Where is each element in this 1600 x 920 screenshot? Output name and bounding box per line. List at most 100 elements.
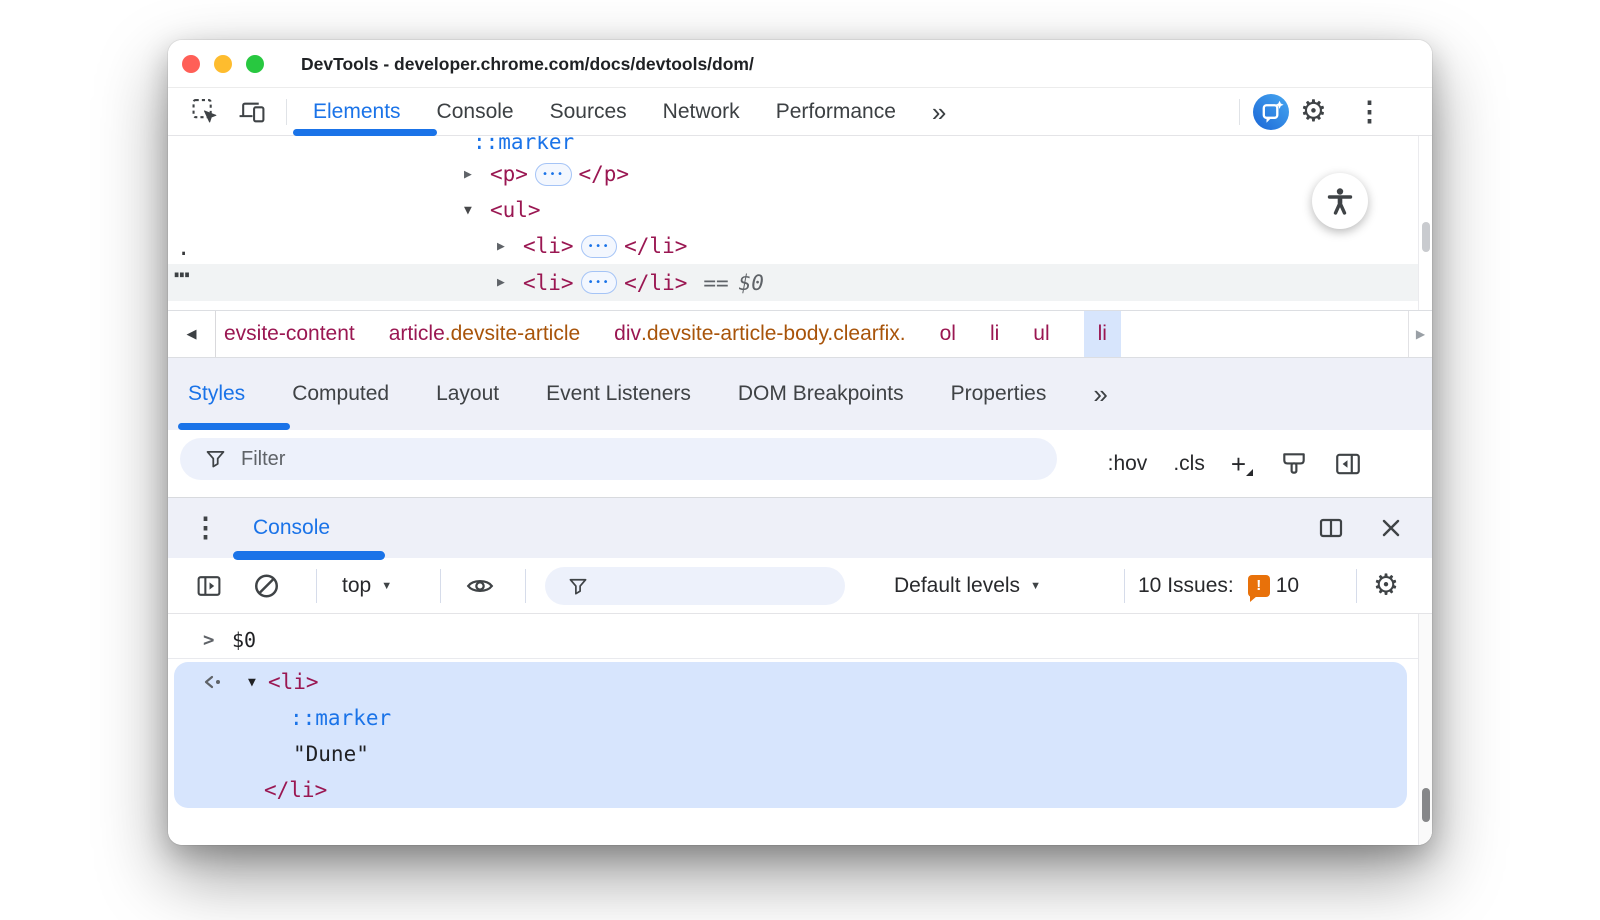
toolbar-divider bbox=[1124, 569, 1125, 603]
more-tabs-icon[interactable]: » bbox=[1093, 381, 1105, 407]
log-levels-dropdown[interactable]: Default levels ▼ bbox=[894, 574, 1041, 598]
console-result-selected[interactable]: ▼ <li> ::marker "Dune" </li> bbox=[174, 662, 1407, 808]
open-tag[interactable]: <li> bbox=[523, 234, 574, 258]
console-scrollbar[interactable] bbox=[1418, 614, 1432, 845]
close-tag[interactable]: </p> bbox=[579, 162, 630, 186]
new-style-rule-button[interactable]: + bbox=[1231, 451, 1246, 477]
marker-pseudo-element[interactable]: ::marker bbox=[473, 136, 574, 154]
tab-console[interactable]: Console bbox=[437, 100, 514, 124]
rendering-brush-icon[interactable] bbox=[1280, 450, 1308, 478]
close-tag[interactable]: </li> bbox=[264, 778, 327, 802]
show-console-sidebar-icon[interactable] bbox=[195, 572, 223, 599]
styles-filter-field[interactable] bbox=[180, 438, 1057, 480]
message-divider bbox=[168, 658, 1418, 659]
console-settings-gear-icon[interactable]: ⚙ bbox=[1373, 571, 1399, 600]
scrollbar-thumb[interactable] bbox=[1422, 222, 1430, 252]
console-reference-label: $0 bbox=[739, 271, 764, 295]
breadcrumb: evsite-content article .devsite-article … bbox=[216, 311, 1121, 357]
tab-sources[interactable]: Sources bbox=[550, 100, 627, 124]
tab-elements[interactable]: Elements bbox=[313, 100, 401, 124]
toolbar-divider bbox=[1356, 569, 1357, 603]
dom-tree-scrollbar[interactable] bbox=[1418, 136, 1432, 310]
close-window-button[interactable] bbox=[182, 55, 200, 73]
dock-sidebar-icon[interactable] bbox=[1334, 450, 1362, 478]
breadcrumb-item[interactable]: ul bbox=[1033, 311, 1049, 357]
result-row-open-tag[interactable]: ▼ <li> bbox=[174, 664, 1407, 700]
breadcrumb-item-selected[interactable]: li bbox=[1084, 311, 1121, 357]
breadcrumb-item[interactable]: evsite-content bbox=[224, 311, 355, 357]
tab-computed[interactable]: Computed bbox=[292, 382, 389, 406]
breadcrumb-back-button[interactable]: ◀ bbox=[168, 311, 216, 357]
drawer-menu-icon[interactable]: ⋮ bbox=[192, 513, 219, 544]
tab-performance[interactable]: Performance bbox=[776, 100, 896, 124]
result-row-close-tag[interactable]: </li> bbox=[174, 772, 1407, 808]
crumb-tag: article bbox=[389, 322, 445, 346]
collapsed-content-ellipsis[interactable]: ••• bbox=[581, 235, 618, 258]
open-tag[interactable]: <li> bbox=[523, 271, 574, 295]
console-tab-underline bbox=[233, 551, 385, 560]
gutter-dot: . bbox=[177, 236, 190, 261]
collapsed-content-ellipsis[interactable]: ••• bbox=[581, 271, 618, 294]
split-panel-icon[interactable] bbox=[1317, 515, 1345, 541]
close-drawer-icon[interactable] bbox=[1378, 515, 1404, 541]
toolbar-divider bbox=[440, 569, 441, 603]
scrollbar-thumb[interactable] bbox=[1422, 788, 1430, 822]
toggle-class-button[interactable]: .cls bbox=[1173, 452, 1205, 476]
accessibility-fab-button[interactable] bbox=[1312, 173, 1368, 229]
console-toolbar: top ▼ Default levels ▼ bbox=[168, 558, 1432, 614]
dom-row-p[interactable]: ▶ <p> ••• </p> bbox=[168, 156, 1418, 192]
zoom-window-button[interactable] bbox=[246, 55, 264, 73]
tab-layout[interactable]: Layout bbox=[436, 382, 499, 406]
expand-arrow-icon[interactable]: ▶ bbox=[464, 167, 490, 182]
gutter-ellipsis: ⋯ bbox=[174, 260, 190, 290]
toolbar-divider bbox=[525, 569, 526, 603]
minimize-window-button[interactable] bbox=[214, 55, 232, 73]
close-tag[interactable]: </li> bbox=[624, 234, 687, 258]
marker-pseudo-element[interactable]: ::marker bbox=[290, 706, 391, 730]
tab-dom-breakpoints[interactable]: DOM Breakpoints bbox=[738, 382, 904, 406]
dom-row-li-selected[interactable]: ▶ <li> ••• </li> == $0 bbox=[168, 264, 1418, 301]
issues-counter[interactable]: 10 Issues: ! 10 bbox=[1138, 574, 1299, 598]
collapse-arrow-icon[interactable]: ▼ bbox=[248, 675, 256, 690]
tab-styles[interactable]: Styles bbox=[188, 382, 245, 406]
crumb-tag: ol bbox=[940, 322, 956, 346]
dom-breadcrumb-bar: ◀ evsite-content article .devsite-articl… bbox=[168, 310, 1432, 358]
breadcrumb-item[interactable]: div .devsite-article-body.clearfix. bbox=[614, 311, 905, 357]
settings-gear-icon[interactable]: ⚙ bbox=[1300, 97, 1327, 127]
expand-arrow-icon[interactable]: ▶ bbox=[497, 275, 523, 290]
tab-network[interactable]: Network bbox=[663, 100, 740, 124]
result-row-text[interactable]: "Dune" bbox=[174, 736, 1407, 772]
open-tag[interactable]: <p> bbox=[490, 162, 528, 186]
breadcrumb-item[interactable]: li bbox=[990, 311, 999, 357]
tab-console-drawer[interactable]: Console bbox=[253, 498, 330, 558]
live-expression-eye-icon[interactable] bbox=[464, 572, 496, 600]
open-tag[interactable]: <ul> bbox=[490, 198, 541, 222]
dom-row-ul[interactable]: ▼ <ul> bbox=[168, 192, 1418, 228]
result-row-marker[interactable]: ::marker bbox=[174, 700, 1407, 736]
console-drawer-header: ⋮ Console bbox=[168, 497, 1432, 558]
tab-event-listeners[interactable]: Event Listeners bbox=[546, 382, 691, 406]
tab-properties[interactable]: Properties bbox=[951, 382, 1047, 406]
device-toolbar-icon[interactable] bbox=[238, 98, 266, 125]
crumb-tag: li bbox=[990, 322, 999, 346]
collapsed-content-ellipsis[interactable]: ••• bbox=[535, 163, 572, 186]
breadcrumb-item[interactable]: ol bbox=[940, 311, 956, 357]
console-filter-field[interactable] bbox=[545, 567, 845, 605]
expand-arrow-icon[interactable]: ▶ bbox=[497, 239, 523, 254]
breadcrumb-item[interactable]: article .devsite-article bbox=[389, 311, 580, 357]
styles-filter-input[interactable] bbox=[241, 448, 841, 471]
open-tag[interactable]: <li> bbox=[268, 670, 319, 694]
more-tabs-icon[interactable]: » bbox=[932, 99, 944, 125]
inspect-element-icon[interactable] bbox=[192, 98, 219, 125]
execution-context-selector[interactable]: top ▼ bbox=[342, 574, 392, 598]
collapse-arrow-icon[interactable]: ▼ bbox=[464, 203, 490, 218]
clear-console-icon[interactable] bbox=[252, 571, 281, 600]
ai-assistant-icon[interactable] bbox=[1253, 94, 1289, 130]
toggle-hover-state-button[interactable]: :hov bbox=[1108, 452, 1148, 476]
close-tag[interactable]: </li> bbox=[624, 271, 687, 295]
kebab-menu-icon[interactable]: ⋮ bbox=[1356, 98, 1383, 125]
filter-funnel-icon bbox=[567, 575, 589, 598]
dom-row-li-1[interactable]: ▶ <li> ••• </li> bbox=[168, 228, 1418, 264]
breadcrumb-forward-button[interactable]: ▶ bbox=[1408, 311, 1432, 357]
issues-badge-icon: ! bbox=[1248, 575, 1270, 597]
